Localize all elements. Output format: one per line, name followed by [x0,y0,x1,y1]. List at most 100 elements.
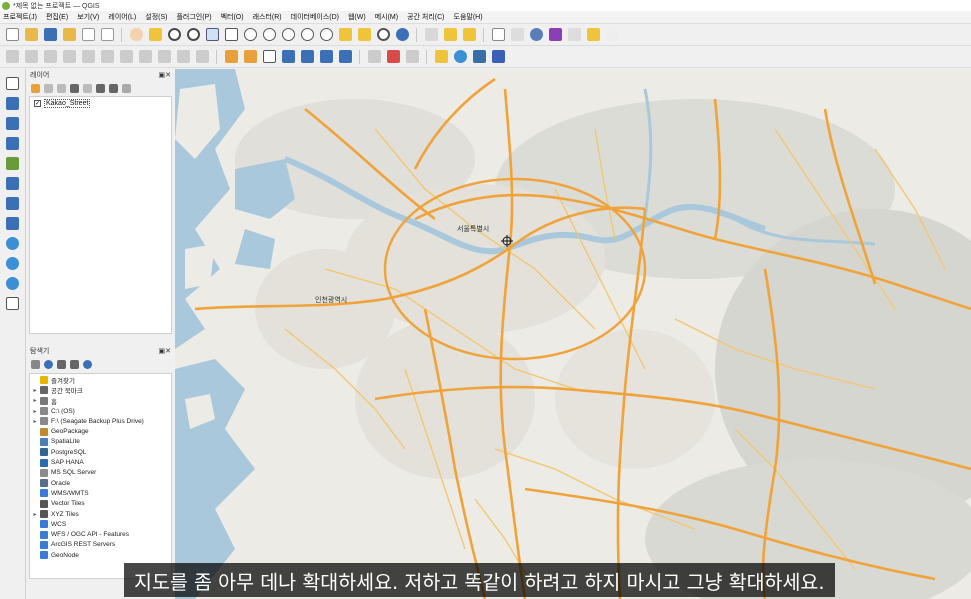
redo-button[interactable] [194,49,210,65]
add-raster-button[interactable] [280,49,296,65]
statistics-button[interactable] [547,27,563,43]
expand-arrow-icon[interactable]: ▸ [30,408,40,415]
browser-item[interactable]: GeoPackage [30,426,171,436]
zoom-full-button[interactable] [223,27,239,43]
browser-item[interactable]: SpatiaLite [30,437,171,447]
browser-item[interactable]: Vector Tiles [30,499,171,509]
add-gps-button[interactable] [5,155,21,171]
zoom-next-button[interactable] [318,27,334,43]
change-label-button[interactable] [385,49,401,65]
add-raster-layer-button[interactable] [5,95,21,111]
move-label-button[interactable] [404,49,420,65]
expand-all-icon[interactable] [96,84,105,93]
menu-edit[interactable]: 편집(E) [46,12,68,22]
filter-icon[interactable] [70,84,79,93]
panel-close-icon[interactable]: ▣✕ [159,347,171,355]
browser-item[interactable]: 즐겨찾기 [30,375,171,385]
menu-mesh[interactable]: 메시(M) [375,12,398,22]
label-tool-button[interactable] [223,49,239,65]
expand-arrow-icon[interactable]: ▸ [30,418,40,425]
pan-button[interactable] [128,27,144,43]
visibility-icon[interactable] [57,84,66,93]
zoom-out-button[interactable] [185,27,201,43]
add-wms-button[interactable] [337,49,353,65]
panel-close-icon[interactable]: ▣✕ [159,71,171,79]
browser-item[interactable]: SAP HANA [30,457,171,467]
browser-item[interactable]: WMS/WMTS [30,488,171,498]
zoom-last-button[interactable] [299,27,315,43]
menu-plugins[interactable]: 플러그인(P) [176,12,211,22]
collapse-all-icon[interactable] [109,84,118,93]
save-as-button[interactable] [61,27,77,43]
info-icon[interactable] [83,360,92,369]
browser-item[interactable]: ▸ C:\ (OS) [30,406,171,416]
copy-button[interactable] [137,49,153,65]
new-3d-view-button[interactable] [356,27,372,43]
python-console-button[interactable] [471,49,487,65]
vertex-tool-button[interactable] [80,49,96,65]
undo-button[interactable] [175,49,191,65]
menu-project[interactable]: 프로젝트(J) [3,12,37,22]
remove-layer-icon[interactable] [122,84,131,93]
filter-legend-icon[interactable] [83,84,92,93]
menu-raster[interactable]: 래스터(R) [253,12,282,22]
paste-button[interactable] [156,49,172,65]
rotate-label-button[interactable] [366,49,382,65]
layout-manager-button[interactable] [99,27,115,43]
annotation-button[interactable] [585,27,601,43]
globe-button[interactable] [452,49,468,65]
add-wms-layer-button[interactable] [5,235,21,251]
filter-icon[interactable] [57,360,66,369]
layer-item-kakao-street[interactable]: ✓ Kakao_Street [30,97,171,110]
add-geopackage-button[interactable] [5,175,21,191]
menu-web[interactable]: 웹(W) [348,12,366,22]
add-delimited-text-button[interactable] [5,135,21,151]
new-project-button[interactable] [4,27,20,43]
select-features-button[interactable] [442,27,458,43]
menu-processing[interactable]: 공간 처리(C) [407,12,444,22]
expand-arrow-icon[interactable]: ▸ [30,397,40,404]
label-pin-button[interactable] [242,49,258,65]
browser-item[interactable]: Oracle [30,478,171,488]
temporal-controller-button[interactable] [375,27,391,43]
add-virtual-layer-button[interactable] [5,295,21,311]
delete-selected-button[interactable] [99,49,115,65]
zoom-selection-button[interactable] [242,27,258,43]
cut-button[interactable] [118,49,134,65]
identify-button[interactable] [423,27,439,43]
save-project-button[interactable] [42,27,58,43]
layer-visibility-checkbox[interactable]: ✓ [34,100,41,107]
add-selected-icon[interactable] [31,360,40,369]
book-button[interactable] [490,49,506,65]
browser-item[interactable]: GeoNode [30,550,171,560]
expand-arrow-icon[interactable]: ▸ [30,511,40,518]
open-project-button[interactable] [23,27,39,43]
add-postgis-button[interactable] [5,215,21,231]
new-map-view-button[interactable] [337,27,353,43]
menu-vector[interactable]: 벡터(O) [221,12,244,22]
add-group-icon[interactable] [44,84,53,93]
zoom-layer-button[interactable] [261,27,277,43]
zoom-native-button[interactable] [280,27,296,43]
add-vector-layer-button[interactable] [5,75,21,91]
zoom-rubberband-button[interactable] [204,27,220,43]
collapse-all-icon[interactable] [70,360,79,369]
map-view[interactable]: 서울특별시 인천광역시 [175,69,971,599]
browser-item[interactable]: MS SQL Server [30,468,171,478]
pan-to-selection-button[interactable] [147,27,163,43]
browser-item[interactable]: PostgreSQL [30,447,171,457]
menu-layer[interactable]: 레이어(L) [108,12,136,22]
browser-item[interactable]: ▸ 공간 북마크 [30,385,171,395]
save-edits-button[interactable] [42,49,58,65]
browser-item[interactable]: ArcGIS REST Servers [30,540,171,550]
browser-item[interactable]: WCS [30,519,171,529]
add-vector-button[interactable] [261,49,277,65]
add-mesh-layer-button[interactable] [5,115,21,131]
menu-view[interactable]: 보기(V) [77,12,99,22]
refresh-icon[interactable] [44,360,53,369]
current-edits-button[interactable] [4,49,20,65]
menu-settings[interactable]: 설정(S) [145,12,167,22]
style-icon[interactable] [31,84,40,93]
new-layout-button[interactable] [80,27,96,43]
add-wcs-layer-button[interactable] [5,255,21,271]
